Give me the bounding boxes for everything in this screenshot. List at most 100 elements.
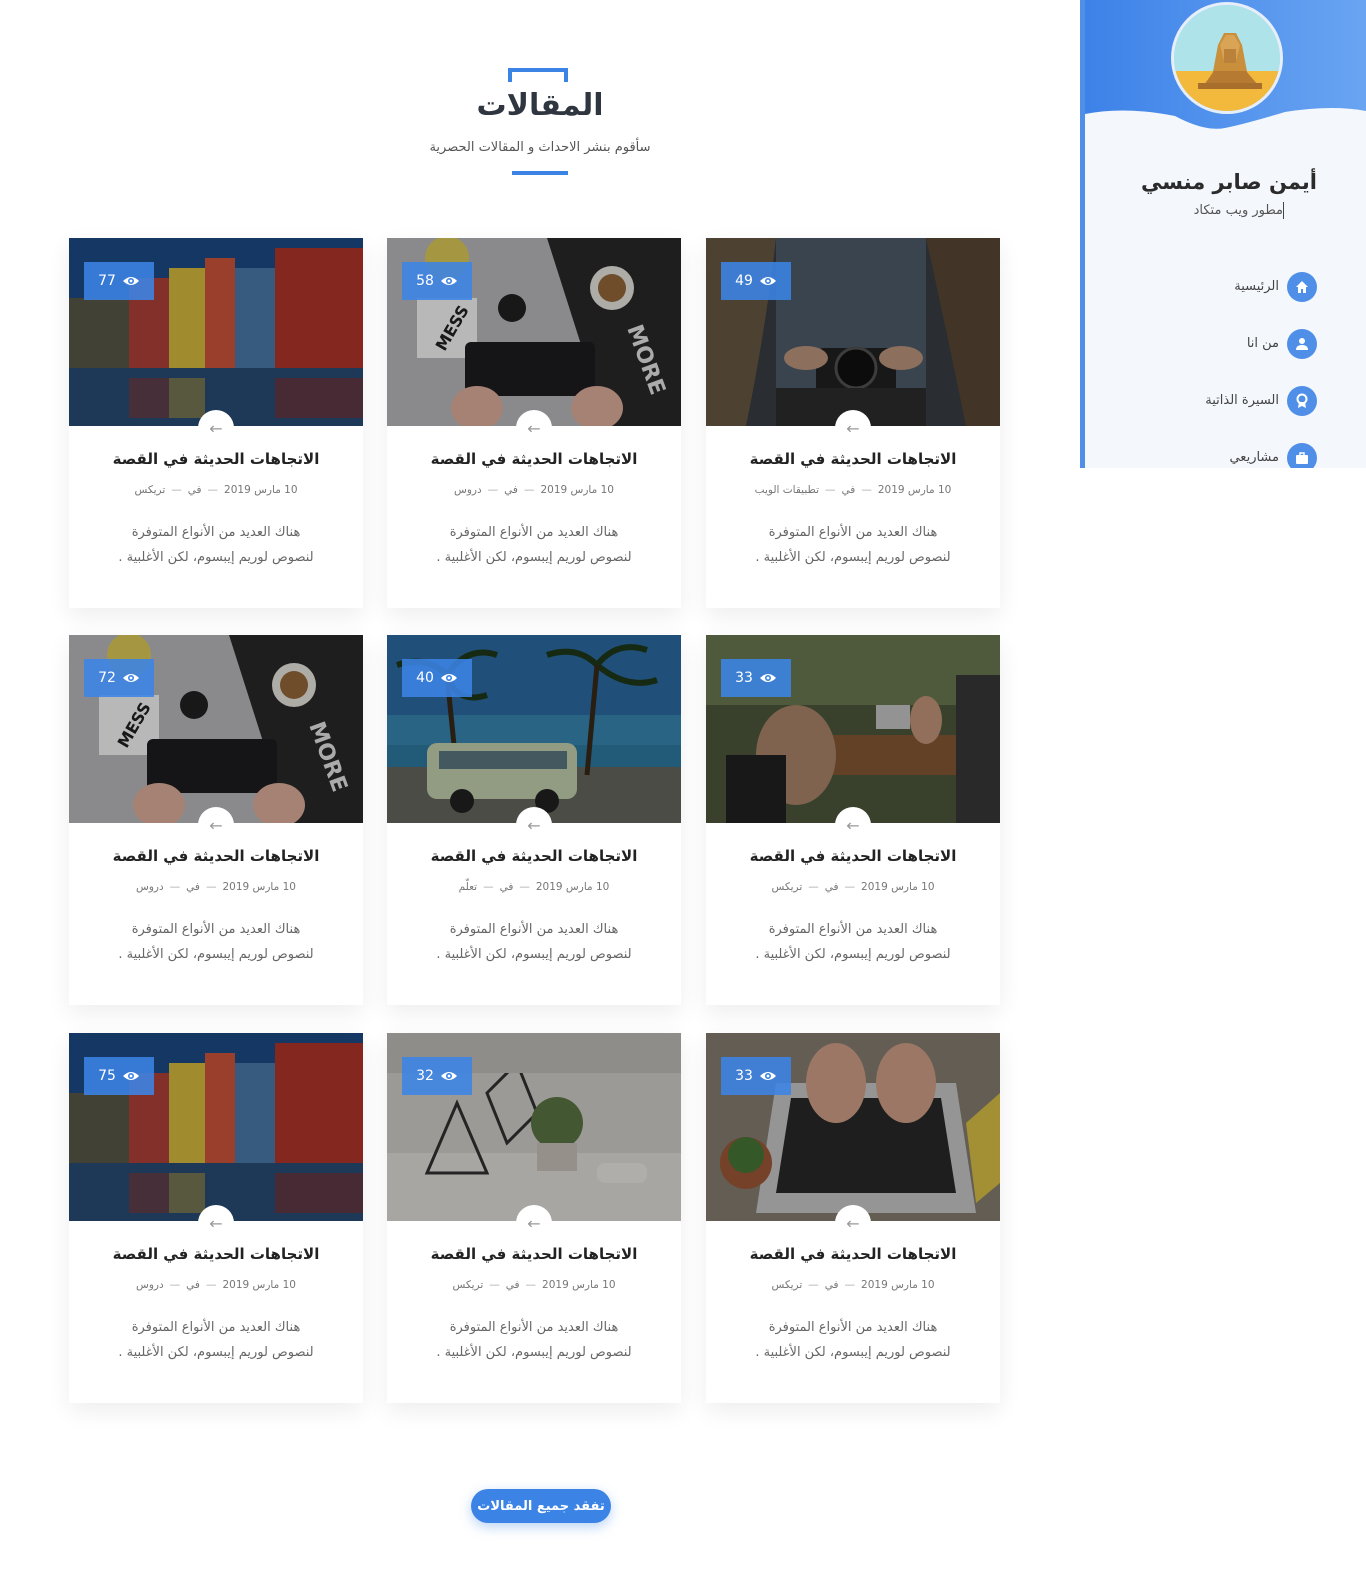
- article-in-label: في: [841, 484, 856, 496]
- article-card[interactable]: 77 ← الاتجاهات الحديثة في القصة 10 مارس …: [69, 238, 363, 608]
- sidebar-item[interactable]: مشاريعي: [1085, 441, 1366, 468]
- arrow-left-icon[interactable]: ←: [516, 410, 552, 446]
- article-date: 10 مارس 2019: [540, 484, 614, 496]
- arrow-left-icon[interactable]: ←: [198, 807, 234, 843]
- views-count: 33: [735, 1068, 753, 1084]
- article-card[interactable]: 40 ← الاتجاهات الحديثة في القصة 10 مارس …: [387, 635, 681, 1005]
- article-category[interactable]: دروس: [136, 881, 164, 893]
- sidebar-item-label: الرئيسية: [1234, 279, 1279, 294]
- excerpt-line: لنصوص لوريم إيبسوم، لكن الأغلبية .: [436, 550, 632, 565]
- article-title[interactable]: الاتجاهات الحديثة في القصة: [716, 1245, 990, 1263]
- article-title[interactable]: الاتجاهات الحديثة في القصة: [79, 450, 353, 468]
- article-category[interactable]: تطبيقات الويب: [755, 484, 819, 496]
- arrow-left-icon[interactable]: ←: [835, 410, 871, 446]
- view-all-articles-button[interactable]: تفقد جميع المقالات: [471, 1489, 611, 1523]
- avatar: [1171, 2, 1283, 114]
- article-date: 10 مارس 2019: [877, 484, 952, 496]
- article-title[interactable]: الاتجاهات الحديثة في القصة: [716, 847, 990, 865]
- article-date: 10 مارس 2019: [224, 484, 298, 496]
- article-title[interactable]: الاتجاهات الحديثة في القصة: [79, 847, 353, 865]
- eye-icon: [440, 275, 458, 287]
- excerpt-line: لنصوص لوريم إيبسوم، لكن الأغلبية .: [755, 550, 951, 565]
- profile-name: أيمن صابر منسي: [1141, 170, 1317, 194]
- excerpt-line: لنصوص لوريم إيبسوم، لكن الأغلبية .: [755, 1345, 951, 1360]
- briefcase-icon: [1287, 443, 1317, 468]
- views-badge: 49: [721, 262, 791, 300]
- profile-role: مطور ويب متكاد: [1085, 202, 1284, 219]
- excerpt-line: هناك العديد من الأنواع المتوفرة: [768, 922, 938, 937]
- eye-icon: [759, 275, 777, 287]
- arrow-left-icon[interactable]: ←: [516, 807, 552, 843]
- article-card[interactable]: MORE MESS 72 ← الاتجاهات الحديثة في القص…: [69, 635, 363, 1005]
- article-card[interactable]: 75 ← الاتجاهات الحديثة في القصة 10 مارس …: [69, 1033, 363, 1403]
- arrow-left-icon[interactable]: ←: [198, 1205, 234, 1241]
- article-title[interactable]: الاتجاهات الحديثة في القصة: [79, 1245, 353, 1263]
- article-card[interactable]: 49 ← الاتجاهات الحديثة في القصة 10 مارس …: [706, 238, 1000, 608]
- article-category[interactable]: دروس: [454, 484, 482, 496]
- eye-icon: [122, 1070, 140, 1082]
- sidebar-item[interactable]: السيرة الذاتية: [1085, 384, 1366, 420]
- profile-role-text: مطور ويب متكاد: [1193, 203, 1283, 218]
- arrow-left-icon[interactable]: ←: [516, 1205, 552, 1241]
- article-excerpt: هناك العديد من الأنواع المتوفرة لنصوص لو…: [728, 917, 978, 967]
- views-count: 49: [735, 273, 753, 289]
- article-meta: 10 مارس 2019—في—دروس: [136, 1279, 296, 1291]
- article-excerpt: هناك العديد من الأنواع المتوفرة لنصوص لو…: [728, 520, 978, 570]
- arrow-left-icon[interactable]: ←: [835, 807, 871, 843]
- views-count: 33: [735, 670, 753, 686]
- eye-icon: [759, 1070, 777, 1082]
- article-excerpt: هناك العديد من الأنواع المتوفرة لنصوص لو…: [728, 1315, 978, 1365]
- article-in-label: في: [499, 881, 514, 893]
- views-badge: 77: [84, 262, 154, 300]
- views-count: 72: [98, 670, 116, 686]
- sidebar-item-label: السيرة الذاتية: [1205, 393, 1279, 408]
- views-badge: 33: [721, 659, 791, 697]
- article-excerpt: هناك العديد من الأنواع المتوفرة لنصوص لو…: [91, 917, 341, 967]
- article-card[interactable]: 32 ← الاتجاهات الحديثة في القصة 10 مارس …: [387, 1033, 681, 1403]
- eye-icon: [759, 672, 777, 684]
- article-card[interactable]: 33 ← الاتجاهات الحديثة في القصة 10 مارس …: [706, 635, 1000, 1005]
- sidebar-item[interactable]: الرئيسية: [1085, 270, 1366, 306]
- views-count: 77: [98, 273, 116, 289]
- excerpt-line: لنصوص لوريم إيبسوم، لكن الأغلبية .: [118, 1345, 314, 1360]
- article-category[interactable]: تريكس: [452, 1279, 483, 1291]
- article-category[interactable]: تريكس: [771, 1279, 802, 1291]
- arrow-left-icon[interactable]: ←: [198, 410, 234, 446]
- home-icon: [1287, 272, 1317, 302]
- eye-icon: [122, 672, 140, 684]
- sidebar-item[interactable]: من انا: [1085, 327, 1366, 363]
- article-meta: 10 مارس 2019—في—تريكس: [771, 881, 935, 893]
- excerpt-line: لنصوص لوريم إيبسوم، لكن الأغلبية .: [436, 1345, 632, 1360]
- article-category[interactable]: تريكس: [134, 484, 165, 496]
- excerpt-line: هناك العديد من الأنواع المتوفرة: [131, 1320, 301, 1335]
- article-in-label: في: [505, 1279, 520, 1291]
- article-excerpt: هناك العديد من الأنواع المتوفرة لنصوص لو…: [409, 1315, 659, 1365]
- article-category[interactable]: تريكس: [771, 881, 802, 893]
- article-in-label: في: [186, 881, 200, 893]
- views-badge: 75: [84, 1057, 154, 1095]
- article-in-label: في: [187, 484, 202, 496]
- article-title[interactable]: الاتجاهات الحديثة في القصة: [397, 847, 671, 865]
- article-meta: 10 مارس 2019—في—تعلّم: [458, 881, 610, 893]
- article-date: 10 مارس 2019: [535, 881, 610, 893]
- views-badge: 32: [402, 1057, 472, 1095]
- arrow-left-icon[interactable]: ←: [835, 1205, 871, 1241]
- article-category[interactable]: تعلّم: [459, 881, 477, 893]
- article-title[interactable]: الاتجاهات الحديثة في القصة: [397, 450, 671, 468]
- article-card[interactable]: MORE MESS 58 ← الاتجاهات الحديثة في القص…: [387, 238, 681, 608]
- views-badge: 33: [721, 1057, 791, 1095]
- sidebar-header: [1085, 0, 1366, 130]
- article-meta: 10 مارس 2019—في—تريكس: [771, 1279, 935, 1291]
- article-title[interactable]: الاتجاهات الحديثة في القصة: [397, 1245, 671, 1263]
- article-date: 10 مارس 2019: [861, 1279, 935, 1291]
- article-meta: 10 مارس 2019—في—تطبيقات الويب: [754, 484, 952, 496]
- article-in-label: في: [824, 881, 839, 893]
- article-title[interactable]: الاتجاهات الحديثة في القصة: [716, 450, 990, 468]
- article-card[interactable]: 33 ← الاتجاهات الحديثة في القصة 10 مارس …: [706, 1033, 1000, 1403]
- article-category[interactable]: دروس: [136, 1279, 164, 1291]
- views-badge: 40: [402, 659, 472, 697]
- article-date: 10 مارس 2019: [542, 1279, 616, 1291]
- award-icon: [1287, 386, 1317, 416]
- views-badge: 72: [84, 659, 154, 697]
- article-in-label: في: [504, 484, 518, 496]
